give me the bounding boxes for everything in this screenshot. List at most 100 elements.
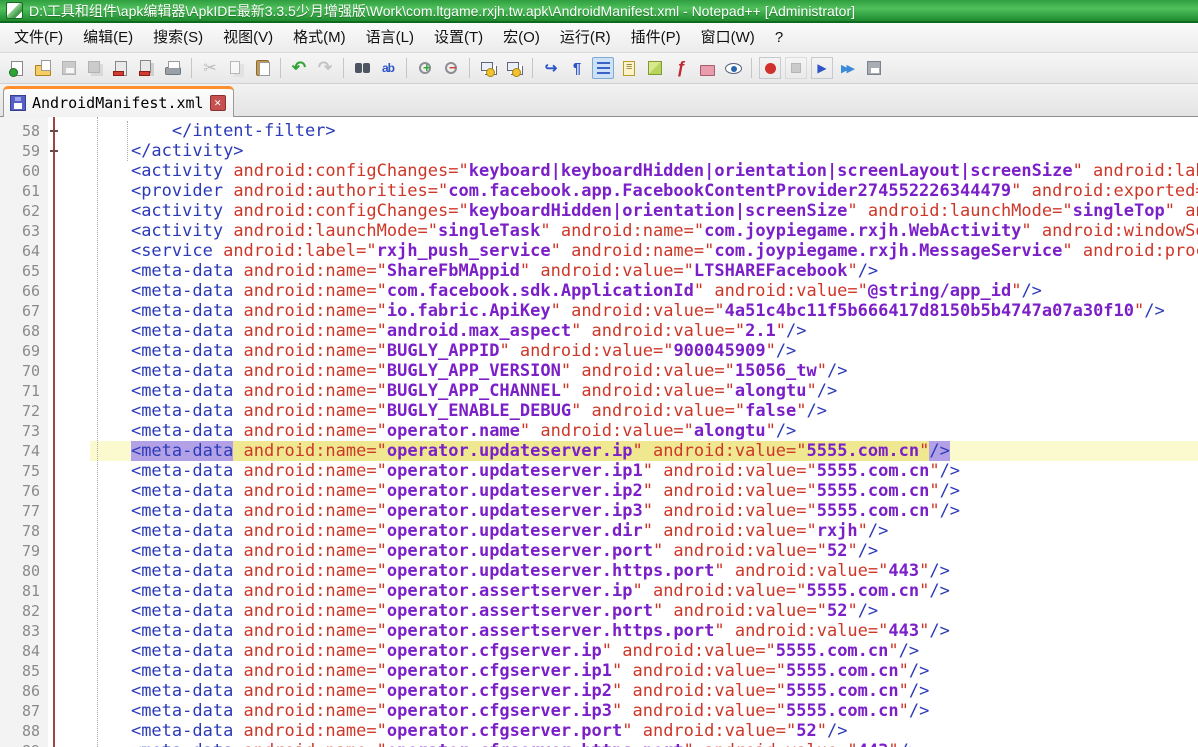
zoom-in-icon[interactable] [414,57,436,79]
line-number[interactable]: 81 [0,581,48,601]
play-macro-icon[interactable] [811,57,833,79]
line-number[interactable]: 71 [0,381,48,401]
line-number[interactable]: 74 [0,441,48,461]
save-icon[interactable] [58,57,80,79]
copy-icon[interactable] [225,57,247,79]
document-map-icon[interactable] [644,57,666,79]
menu-item-4[interactable]: 格式(M) [283,24,356,52]
code-line-65[interactable]: 65 <meta-data android:name="ShareFbMAppi… [0,261,1198,281]
code-line-75[interactable]: 75 <meta-data android:name="operator.upd… [0,461,1198,481]
line-number[interactable]: 65 [0,261,48,281]
project-folder-icon[interactable] [696,57,718,79]
sync-horizontal-scroll-icon[interactable] [503,57,525,79]
code-line-88[interactable]: 88 <meta-data android:name="operator.cfg… [0,721,1198,741]
code-line-73[interactable]: 73 <meta-data android:name="operator.nam… [0,421,1198,441]
menu-item-11[interactable]: ? [765,24,793,52]
show-all-characters-icon[interactable] [566,57,588,79]
code-line-64[interactable]: 64 <service android:label="rxjh_push_ser… [0,241,1198,261]
line-number[interactable]: 58 [0,121,48,141]
code-line-77[interactable]: 77 <meta-data android:name="operator.upd… [0,501,1198,521]
tab-close-icon[interactable] [210,95,226,111]
find-icon[interactable] [351,57,373,79]
redo-icon[interactable] [314,57,336,79]
code-line-84[interactable]: 84 <meta-data android:name="operator.cfg… [0,641,1198,661]
code-line-78[interactable]: 78 <meta-data android:name="operator.upd… [0,521,1198,541]
code-line-76[interactable]: 76 <meta-data android:name="operator.upd… [0,481,1198,501]
menu-item-7[interactable]: 宏(O) [493,24,550,52]
line-number[interactable]: 82 [0,601,48,621]
line-number[interactable]: 73 [0,421,48,441]
code-line-67[interactable]: 67 <meta-data android:name="io.fabric.Ap… [0,301,1198,321]
undo-icon[interactable] [288,57,310,79]
close-all-documents-icon[interactable] [136,57,158,79]
open-folder-icon[interactable] [32,57,54,79]
menu-item-2[interactable]: 搜索(S) [143,24,213,52]
menu-item-1[interactable]: 编辑(E) [73,24,143,52]
code-line-87[interactable]: 87 <meta-data android:name="operator.cfg… [0,701,1198,721]
code-line-74[interactable]: 74 <meta-data android:name="operator.upd… [0,441,1198,461]
save-macro-icon[interactable] [863,57,885,79]
line-number[interactable]: 85 [0,661,48,681]
word-wrap-icon[interactable] [540,57,562,79]
code-line-62[interactable]: 62 <activity android:configChanges="keyb… [0,201,1198,221]
code-line-58[interactable]: 58 </intent-filter> [0,121,1198,141]
menu-item-10[interactable]: 窗口(W) [691,24,765,52]
line-number[interactable]: 83 [0,621,48,641]
print-icon[interactable] [162,57,184,79]
run-macro-multiple-icon[interactable] [837,57,859,79]
line-number[interactable]: 63 [0,221,48,241]
code-line-61[interactable]: 61 <provider android:authorities="com.fa… [0,181,1198,201]
line-number[interactable]: 79 [0,541,48,561]
code-line-59[interactable]: 59 </activity> [0,141,1198,161]
code-line-89[interactable]: 89 <meta-data android:name="operator.cfg… [0,741,1198,747]
code-line-79[interactable]: 79 <meta-data android:name="operator.upd… [0,541,1198,561]
code-line-82[interactable]: 82 <meta-data android:name="operator.ass… [0,601,1198,621]
tab-androidmanifest[interactable]: AndroidManifest.xml [3,86,234,117]
menu-item-3[interactable]: 视图(V) [213,24,283,52]
menu-item-5[interactable]: 语言(L) [356,24,424,52]
line-number[interactable]: 84 [0,641,48,661]
line-number[interactable]: 80 [0,561,48,581]
line-number[interactable]: 70 [0,361,48,381]
line-number[interactable]: 76 [0,481,48,501]
line-number[interactable]: 61 [0,181,48,201]
new-document-icon[interactable] [6,57,28,79]
line-number[interactable]: 87 [0,701,48,721]
code-line-85[interactable]: 85 <meta-data android:name="operator.cfg… [0,661,1198,681]
code-line-66[interactable]: 66 <meta-data android:name="com.facebook… [0,281,1198,301]
line-number[interactable]: 77 [0,501,48,521]
line-number[interactable]: 68 [0,321,48,341]
menu-item-9[interactable]: 插件(P) [621,24,691,52]
code-line-71[interactable]: 71 <meta-data android:name="BUGLY_APP_CH… [0,381,1198,401]
indent-guide-icon[interactable] [592,57,614,79]
code-line-81[interactable]: 81 <meta-data android:name="operator.ass… [0,581,1198,601]
title-bar[interactable]: D:\工具和组件\apk编辑器\ApkIDE最新3.3.5少月增强版\Work\… [0,0,1198,23]
stop-macro-icon[interactable] [785,57,807,79]
line-number[interactable]: 64 [0,241,48,261]
code-line-70[interactable]: 70 <meta-data android:name="BUGLY_APP_VE… [0,361,1198,381]
line-number[interactable]: 86 [0,681,48,701]
code-line-69[interactable]: 69 <meta-data android:name="BUGLY_APPID"… [0,341,1198,361]
code-line-80[interactable]: 80 <meta-data android:name="operator.upd… [0,561,1198,581]
menu-item-0[interactable]: 文件(F) [4,24,73,52]
code-line-60[interactable]: 60 <activity android:configChanges="keyb… [0,161,1198,181]
zoom-out-icon[interactable] [440,57,462,79]
line-number[interactable]: 62 [0,201,48,221]
code-line-86[interactable]: 86 <meta-data android:name="operator.cfg… [0,681,1198,701]
sync-vertical-scroll-icon[interactable] [477,57,499,79]
line-number[interactable]: 75 [0,461,48,481]
line-number[interactable]: 78 [0,521,48,541]
line-number[interactable]: 89 [0,741,48,747]
line-number[interactable]: 60 [0,161,48,181]
line-number[interactable]: 67 [0,301,48,321]
record-macro-icon[interactable] [759,57,781,79]
line-number[interactable]: 69 [0,341,48,361]
eye-icon[interactable] [722,57,744,79]
menu-item-6[interactable]: 设置(T) [424,24,493,52]
line-number[interactable]: 66 [0,281,48,301]
code-line-83[interactable]: 83 <meta-data android:name="operator.ass… [0,621,1198,641]
save-all-icon[interactable] [84,57,106,79]
script-icon[interactable] [670,57,692,79]
line-number[interactable]: 88 [0,721,48,741]
code-line-68[interactable]: 68 <meta-data android:name="android.max_… [0,321,1198,341]
